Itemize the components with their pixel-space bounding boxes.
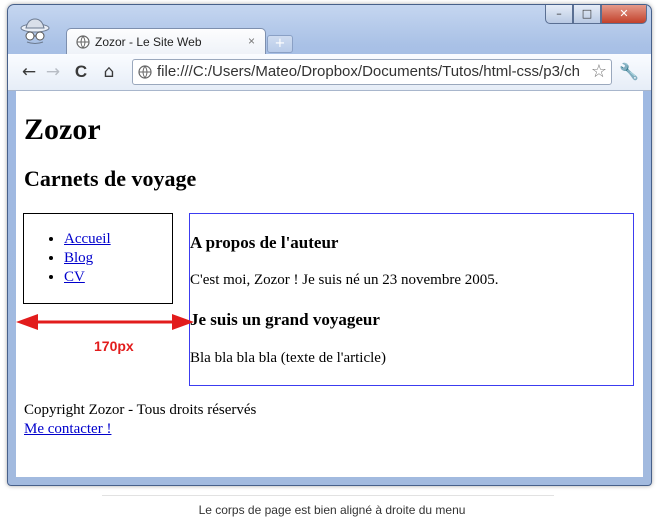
page-viewport: Zozor Carnets de voyage Accueil Blog CV …	[16, 91, 643, 477]
measure-label: 170px	[94, 338, 134, 354]
minimize-button[interactable]: –	[545, 5, 573, 24]
reload-button[interactable]: C	[70, 61, 92, 83]
copyright-text: Copyright Zozor - Tous droits réservés	[24, 402, 257, 418]
measure-arrow	[16, 314, 194, 330]
new-tab-button[interactable]: +	[267, 35, 293, 53]
home-button[interactable]: ⌂	[98, 61, 120, 83]
page-subtitle: Carnets de voyage	[24, 166, 197, 191]
menu-link-cv[interactable]: CV	[64, 269, 85, 285]
figure-caption: Le corps de page est bien aligné à droit…	[198, 503, 466, 517]
address-bar[interactable]: file:///C:/Users/Mateo/Dropbox/Documents…	[132, 59, 612, 85]
globe-icon	[76, 35, 90, 49]
article-heading-author: A propos de l'auteur	[190, 233, 339, 252]
browser-toolbar: ← → C ⌂ file:///C:/Users/Mateo/Dropbox/D…	[8, 54, 651, 91]
page-icon	[138, 65, 152, 79]
wrench-icon[interactable]: 🔧	[618, 61, 640, 83]
article-body: A propos de l'auteur C'est moi, Zozor ! …	[189, 213, 634, 386]
tab-title: Zozor - Le Site Web	[95, 35, 202, 49]
menu-link-accueil[interactable]: Accueil	[64, 231, 111, 247]
incognito-icon	[20, 18, 50, 44]
browser-window: – □ ✕ Zozor - Le Site Web × + ← → C ⌂ fi…	[7, 4, 652, 486]
article-text-author: C'est moi, Zozor ! Je suis né un 23 nove…	[190, 272, 499, 288]
maximize-button[interactable]: □	[573, 5, 601, 24]
back-button[interactable]: ←	[18, 61, 40, 83]
page-footer: Copyright Zozor - Tous droits réservés M…	[24, 401, 256, 439]
close-window-button[interactable]: ✕	[601, 5, 647, 24]
tab-close-icon[interactable]: ×	[248, 34, 255, 48]
side-menu: Accueil Blog CV	[23, 213, 173, 304]
forward-button[interactable]: →	[42, 61, 64, 83]
menu-link-blog[interactable]: Blog	[64, 250, 93, 266]
article-heading-travel: Je suis un grand voyageur	[190, 310, 380, 329]
caption-divider	[102, 495, 554, 496]
contact-link[interactable]: Me contacter !	[24, 421, 111, 437]
article-text-travel: Bla bla bla bla (texte de l'article)	[190, 350, 386, 366]
page-title: Zozor	[24, 113, 101, 146]
browser-tab[interactable]: Zozor - Le Site Web ×	[66, 28, 266, 55]
bookmark-star-icon[interactable]: ☆	[591, 61, 607, 82]
url-text: file:///C:/Users/Mateo/Dropbox/Documents…	[157, 63, 580, 80]
